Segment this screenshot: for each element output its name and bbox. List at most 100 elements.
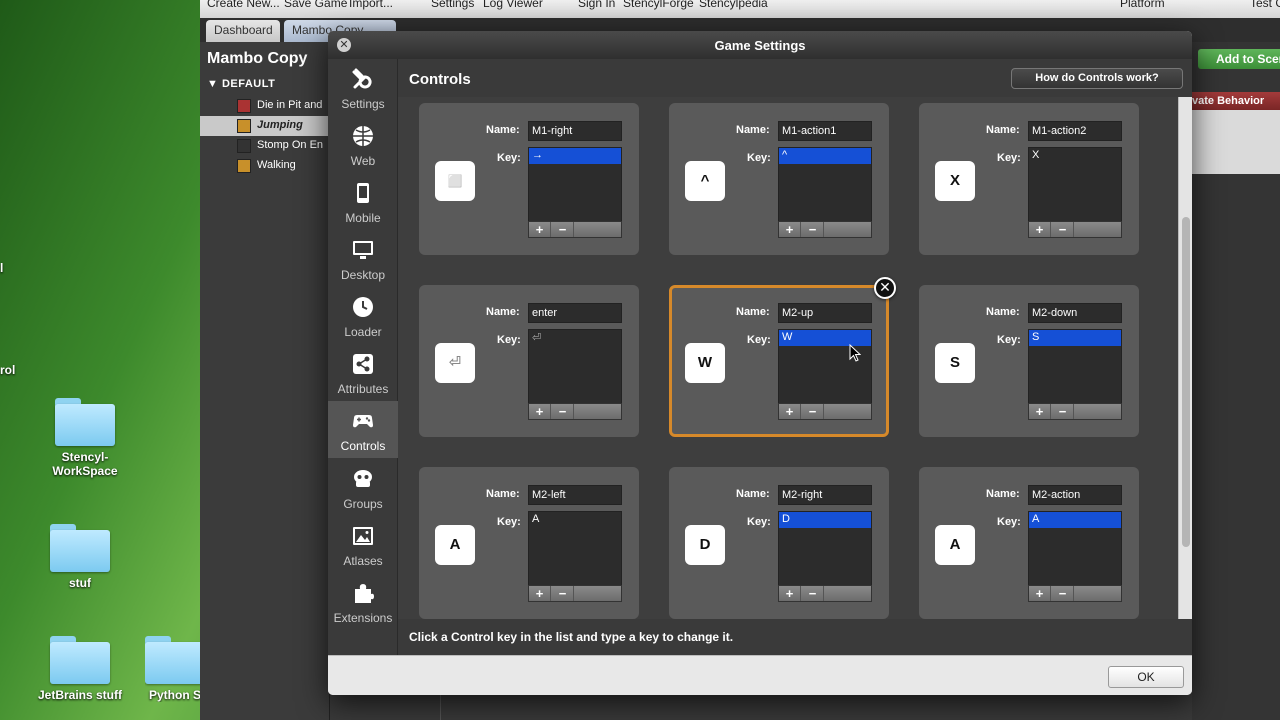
wrench-icon — [328, 67, 398, 91]
nav-loader[interactable]: Loader — [328, 287, 398, 343]
nav-controls[interactable]: Controls — [328, 401, 398, 458]
remove-key-button[interactable]: − — [552, 586, 574, 601]
key-list[interactable]: A — [528, 511, 622, 591]
key-list-item[interactable]: ^ — [779, 148, 871, 164]
remove-key-button[interactable]: − — [802, 586, 824, 601]
menu-import[interactable]: Import... — [349, 0, 393, 10]
remove-key-button[interactable]: − — [802, 222, 824, 237]
key-list[interactable]: → — [528, 147, 622, 227]
delete-control-icon[interactable]: ✕ — [874, 277, 896, 299]
nav-attributes[interactable]: Attributes — [328, 344, 398, 400]
ok-button[interactable]: OK — [1108, 666, 1184, 688]
control-card[interactable]: X Name: M1-action2 Key: X + − — [919, 103, 1139, 255]
control-name-field[interactable]: M2-left — [528, 485, 622, 505]
control-card[interactable]: ^ Name: M1-action1 Key: ^ + − — [669, 103, 889, 255]
add-key-button[interactable]: + — [1029, 222, 1051, 237]
key-list-item[interactable]: → — [529, 148, 621, 164]
menu-settings[interactable]: Settings — [431, 0, 474, 10]
desktop-folder-python[interactable]: Python S — [145, 636, 205, 702]
key-list[interactable]: X — [1028, 147, 1122, 227]
name-label: Name: — [986, 124, 1020, 136]
control-card[interactable]: D Name: M2-right Key: D + − — [669, 467, 889, 619]
key-list[interactable]: ⏎ — [528, 329, 622, 409]
nav-settings[interactable]: Settings — [328, 59, 398, 115]
key-preview: D — [685, 525, 725, 565]
menu-log-viewer[interactable]: Log Viewer — [483, 0, 543, 10]
vertical-scrollbar[interactable] — [1178, 97, 1192, 619]
desktop-edge-label: rol — [0, 363, 16, 377]
behavior-item[interactable]: Stomp On En — [200, 136, 330, 156]
name-label: Name: — [486, 306, 520, 318]
behavior-icon — [237, 139, 251, 153]
control-name-field[interactable]: M2-action — [1028, 485, 1122, 505]
key-list[interactable]: A — [1028, 511, 1122, 591]
key-list[interactable]: S — [1028, 329, 1122, 409]
desktop-folder-jetbrains[interactable]: JetBrains stuff — [30, 636, 130, 702]
control-name-field[interactable]: M2-down — [1028, 303, 1122, 323]
scrollbar-thumb[interactable] — [1182, 217, 1190, 547]
key-list-item[interactable]: ⏎ — [529, 330, 621, 346]
remove-key-button[interactable]: − — [552, 404, 574, 419]
control-name-field[interactable]: enter — [528, 303, 622, 323]
add-key-button[interactable]: + — [779, 586, 801, 601]
folder-label: stuf — [69, 576, 91, 590]
key-list-item[interactable]: D — [779, 512, 871, 528]
behavior-item[interactable]: Die in Pit and — [200, 96, 330, 116]
key-list[interactable]: W — [778, 329, 872, 409]
control-card[interactable]: A Name: M2-action Key: A + − — [919, 467, 1139, 619]
folder-label: Python S — [148, 688, 201, 702]
control-card[interactable]: A Name: M2-left Key: A + − — [419, 467, 639, 619]
menu-stencylpedia[interactable]: Stencylpedia — [699, 0, 768, 10]
menu-stencylforge[interactable]: StencylForge — [623, 0, 694, 10]
control-name-field[interactable]: M2-right — [778, 485, 872, 505]
key-list-item[interactable]: S — [1029, 330, 1121, 346]
remove-key-button[interactable]: − — [802, 404, 824, 419]
group-header[interactable]: ▼ DEFAULT — [207, 78, 275, 90]
nav-extensions[interactable]: Extensions — [328, 573, 398, 629]
tab-dashboard[interactable]: Dashboard — [206, 20, 280, 42]
nav-desktop[interactable]: Desktop — [328, 230, 398, 286]
behavior-item-selected[interactable]: Jumping — [200, 116, 330, 136]
nav-atlases[interactable]: Atlases — [328, 516, 398, 572]
nav-web[interactable]: Web — [328, 116, 398, 172]
menu-save-game[interactable]: Save Game — [284, 0, 347, 10]
menu-platform[interactable]: Platform — [1120, 0, 1165, 10]
key-list-item[interactable]: A — [529, 512, 621, 528]
add-key-button[interactable]: + — [529, 586, 551, 601]
folder-icon — [50, 524, 110, 572]
desktop-folder-stuf[interactable]: stuf — [35, 524, 125, 590]
control-name-field[interactable]: M1-action1 — [778, 121, 872, 141]
remove-key-button[interactable]: − — [1052, 404, 1074, 419]
add-key-button[interactable]: + — [779, 404, 801, 419]
key-list-item[interactable]: A — [1029, 512, 1121, 528]
key-list[interactable]: D — [778, 511, 872, 591]
control-card[interactable]: ⏎ Name: enter Key: ⏎ + − — [419, 285, 639, 437]
remove-key-button[interactable]: − — [1052, 586, 1074, 601]
behavior-item[interactable]: Walking — [200, 156, 330, 176]
how-controls-work-button[interactable]: How do Controls work? — [1011, 68, 1183, 89]
nav-mobile[interactable]: Mobile — [328, 173, 398, 229]
key-list-item[interactable]: X — [1029, 148, 1121, 164]
control-name-field[interactable]: M1-right — [528, 121, 622, 141]
control-name-field[interactable]: M2-up — [778, 303, 872, 323]
control-name-field[interactable]: M1-action2 — [1028, 121, 1122, 141]
desktop-folder-workspace[interactable]: Stencyl- WorkSpace — [40, 398, 130, 478]
nav-groups[interactable]: Groups — [328, 459, 398, 515]
add-key-button[interactable]: + — [529, 404, 551, 419]
add-key-button[interactable]: + — [1029, 586, 1051, 601]
key-list[interactable]: ^ — [778, 147, 872, 227]
control-card[interactable]: S Name: M2-down Key: S + − — [919, 285, 1139, 437]
behavior-label: Stomp On En — [257, 139, 324, 151]
menu-sign-in[interactable]: Sign In — [578, 0, 615, 10]
remove-key-button[interactable]: − — [1052, 222, 1074, 237]
key-label: Key: — [747, 516, 771, 528]
remove-key-button[interactable]: − — [552, 222, 574, 237]
add-to-scene-button[interactable]: Add to Scen — [1198, 49, 1280, 69]
add-key-button[interactable]: + — [1029, 404, 1051, 419]
menu-test-game[interactable]: Test G — [1250, 0, 1280, 10]
nav-label: Web — [350, 154, 376, 168]
add-key-button[interactable]: + — [779, 222, 801, 237]
add-key-button[interactable]: + — [529, 222, 551, 237]
control-card[interactable]: ⬜ Name: M1-right Key: → + − — [419, 103, 639, 255]
menu-create-new[interactable]: Create New... — [207, 0, 280, 10]
